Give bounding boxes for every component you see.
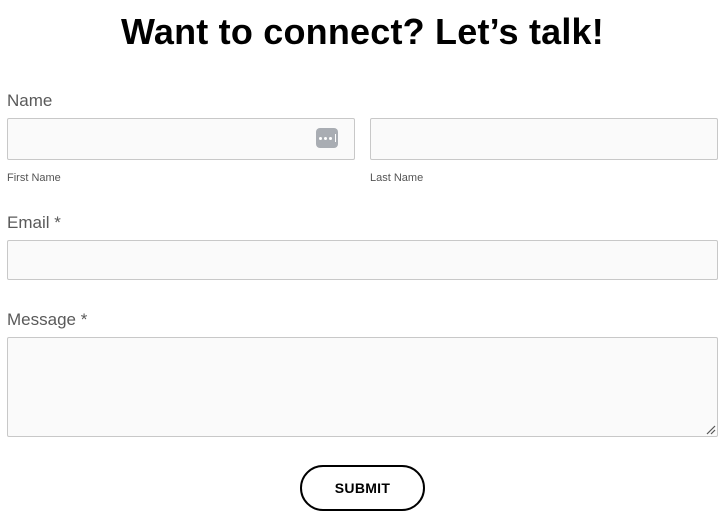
- first-name-field[interactable]: [7, 118, 355, 160]
- email-label: Email *: [7, 213, 61, 232]
- message-label: Message *: [7, 310, 88, 329]
- first-name-sublabel: First Name: [7, 172, 61, 184]
- page-title: Want to connect? Let’s talk!: [121, 11, 604, 52]
- resize-grip-icon[interactable]: [704, 423, 716, 435]
- message-textarea[interactable]: [7, 337, 718, 437]
- email-field[interactable]: [7, 240, 718, 280]
- submit-button[interactable]: SUBMIT: [300, 465, 425, 511]
- name-label: Name: [7, 91, 53, 110]
- password-manager-icon[interactable]: [316, 128, 338, 148]
- last-name-field[interactable]: [370, 118, 718, 160]
- last-name-sublabel: Last Name: [370, 172, 424, 184]
